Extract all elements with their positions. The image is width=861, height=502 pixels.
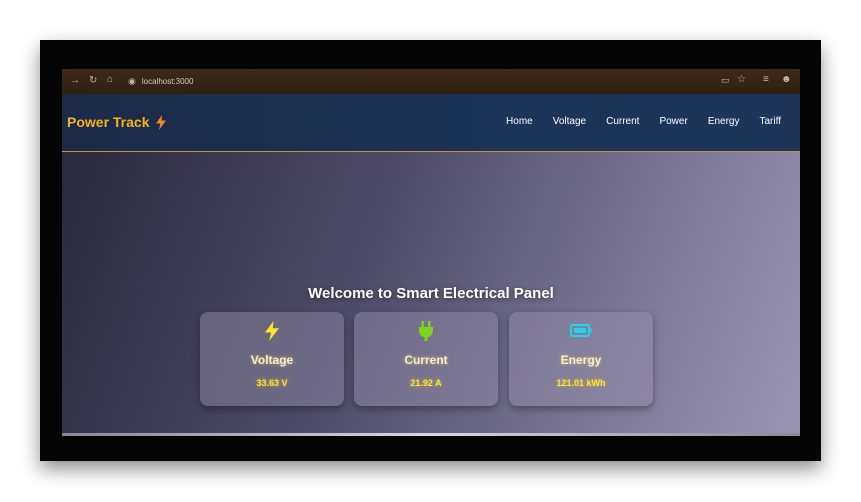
hero-section: Welcome to Smart Electrical Panel Voltag… (62, 152, 800, 436)
nav-link-power[interactable]: Power (659, 116, 687, 127)
profile-icon[interactable]: ☻ (781, 75, 792, 85)
site-info-icon[interactable]: ◉ (128, 77, 136, 86)
brand-name: Power Track (67, 114, 150, 130)
welcome-heading: Welcome to Smart Electrical Panel (308, 285, 554, 302)
plug-icon (419, 321, 433, 341)
current-card[interactable]: Current 21.92 A (354, 312, 498, 406)
nav-link-voltage[interactable]: Voltage (553, 116, 586, 127)
back-icon[interactable]: → (70, 76, 80, 86)
reload-icon[interactable]: ↻ (89, 76, 97, 86)
card-title: Current (404, 353, 448, 367)
card-icon-wrap (200, 321, 344, 341)
bottom-highlight (62, 433, 800, 436)
lightning-bolt-icon (265, 321, 279, 341)
nav-link-current[interactable]: Current (606, 116, 639, 127)
card-title: Voltage (250, 353, 294, 367)
address-bar[interactable]: ◉ localhost:3000 (128, 74, 668, 89)
voltage-value: 33.63 V (256, 378, 288, 388)
extensions-icon[interactable]: ≡ (763, 75, 769, 85)
nav-link-energy[interactable]: Energy (708, 116, 740, 127)
lightning-bolt-icon (155, 114, 166, 130)
nav-link-tariff[interactable]: Tariff (760, 116, 782, 127)
bookmark-star-icon[interactable]: ☆ (737, 75, 746, 85)
energy-value: 121.01 kWh (556, 378, 606, 388)
home-icon[interactable]: ⌂ (107, 75, 113, 85)
app-navbar: Power Track Home Voltage Current Power E… (62, 94, 800, 152)
nav-links: Home Voltage Current Power Energy Tariff (506, 116, 800, 127)
brand-logo[interactable]: Power Track (67, 114, 166, 130)
voltage-card[interactable]: Voltage 33.63 V (200, 312, 344, 406)
cast-icon[interactable]: ▭ (721, 76, 730, 85)
battery-icon (570, 324, 592, 337)
card-icon-wrap (509, 324, 653, 337)
browser-toolbar: → ↻ ⌂ ◉ localhost:3000 ▭ ☆ ≡ ☻ (62, 69, 800, 94)
card-icon-wrap (354, 321, 498, 341)
url-text: localhost:3000 (141, 77, 194, 86)
browser-window: → ↻ ⌂ ◉ localhost:3000 ▭ ☆ ≡ ☻ Power Tra… (62, 69, 800, 436)
nav-link-home[interactable]: Home (506, 116, 533, 127)
card-title: Energy (560, 353, 602, 367)
current-value: 21.92 A (410, 378, 442, 388)
energy-card[interactable]: Energy 121.01 kWh (509, 312, 653, 406)
